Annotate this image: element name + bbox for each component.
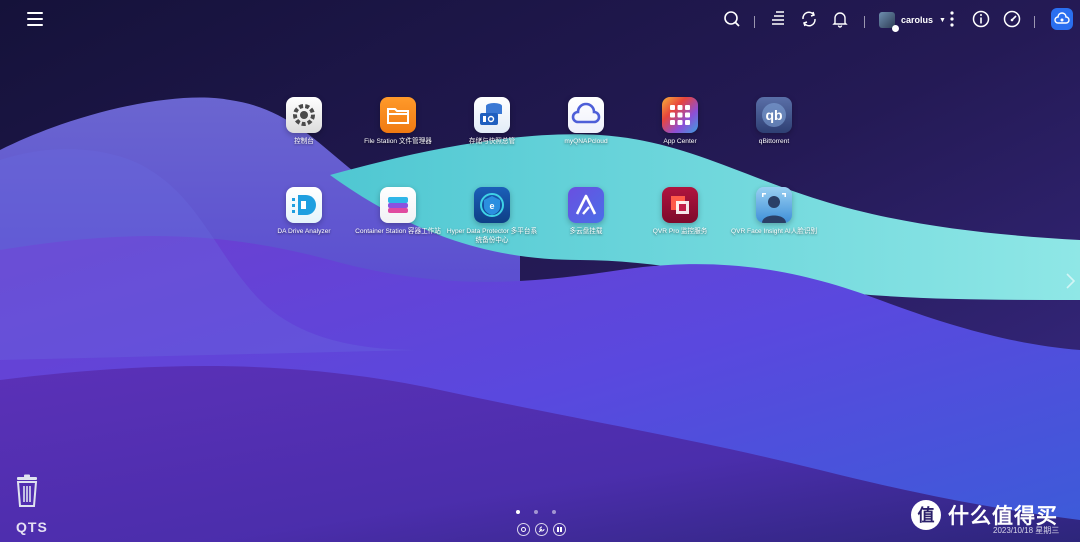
page-dot-2[interactable] [534, 510, 538, 514]
app-myqnapcloud[interactable]: myQNAPcloud [538, 97, 634, 146]
watermark: 值 什么值得买 [910, 499, 1058, 531]
page-dot-1[interactable] [516, 510, 520, 514]
myqnapcloud-icon [1054, 12, 1070, 24]
app-label: Container Station 容器工作站 [355, 228, 441, 235]
multicloud-mount-icon [568, 187, 604, 223]
da-drive-analyzer-icon [286, 187, 322, 223]
task-queue-icon [772, 11, 784, 25]
watermark-logo-icon: 值 [911, 500, 941, 530]
page-dot-3[interactable] [552, 510, 556, 514]
myqnapcloud-button[interactable] [1051, 8, 1073, 30]
notification-bell-icon [832, 12, 848, 28]
app-qbittorrent[interactable]: qb qBittorrent [726, 97, 822, 146]
app-label: Hyper Data Protector 多平台系统备份中心 [446, 228, 538, 244]
app-qvr-pro[interactable]: QVR Pro 监控服务 [632, 187, 728, 236]
dock-button-apps[interactable] [553, 523, 566, 536]
topbar-divider [864, 16, 865, 28]
user-menu[interactable]: carolus ▼ [879, 10, 946, 32]
username: carolus [901, 15, 934, 25]
sync-button[interactable] [798, 8, 820, 30]
recycle-bin-icon[interactable] [14, 474, 40, 508]
control-panel-icon [286, 97, 322, 133]
svg-text:值: 值 [918, 505, 935, 526]
dashboard-button[interactable] [1001, 8, 1023, 30]
app-hyper-data-protector[interactable]: e Hyper Data Protector 多平台系统备份中心 [444, 187, 540, 245]
dashboard-gauge-icon [1003, 10, 1021, 28]
info-icon [972, 10, 990, 28]
app-file-station[interactable]: File Station 文件管理器 [350, 97, 446, 146]
app-da-drive-analyzer[interactable]: DA Drive Analyzer [256, 187, 352, 236]
app-storage-snapshots[interactable]: 存储与快照总管 [444, 97, 540, 146]
qvr-pro-icon [662, 187, 698, 223]
app-label: 存储与快照总管 [468, 138, 516, 145]
container-station-icon [380, 187, 416, 223]
app-label: 控制台 [294, 138, 314, 145]
app-label: QVR Pro 监控服务 [652, 228, 708, 235]
more-options-icon [950, 11, 954, 27]
user-avatar [879, 12, 899, 32]
wallpaper [0, 0, 1080, 542]
home-icon [521, 527, 526, 532]
app-control-panel[interactable]: 控制台 [256, 97, 352, 146]
app-app-center[interactable]: App Center [632, 97, 728, 146]
qbittorrent-icon: qb [756, 97, 792, 133]
myqnapcloud-icon [568, 97, 604, 133]
topbar-divider [1034, 16, 1035, 28]
file-station-icon [380, 97, 416, 133]
system-info-button[interactable] [970, 8, 992, 30]
dock-button-tools[interactable] [535, 523, 548, 536]
notifications-button[interactable] [829, 8, 851, 30]
search-button[interactable] [721, 8, 743, 30]
app-label: DA Drive Analyzer [277, 228, 331, 235]
next-page-arrow-icon[interactable] [1064, 272, 1076, 290]
app-label: qBittorrent [758, 138, 790, 145]
app-center-icon [662, 97, 698, 133]
watermark-text: 什么值得买 [948, 504, 1058, 528]
more-options-button[interactable] [941, 8, 963, 30]
qts-logo: QTS [16, 519, 48, 535]
svg-text:e: e [489, 201, 494, 211]
sync-icon [802, 11, 816, 27]
app-label: File Station 文件管理器 [364, 138, 432, 145]
storage-snapshots-icon [474, 97, 510, 133]
grid-icon [557, 527, 562, 532]
desktop: carolus ▼ 控制台 File Station 文件管理器 存储与快照总管… [0, 0, 1080, 542]
app-label: QVR Face Insight AI人脸识别 [730, 228, 818, 235]
menu-icon [27, 12, 43, 26]
background-tasks-button[interactable] [767, 8, 789, 30]
main-menu-button[interactable] [24, 8, 46, 30]
app-label: myQNAPcloud [564, 138, 608, 145]
bottom-dock [517, 523, 566, 536]
dock-button-home[interactable] [517, 523, 530, 536]
qvr-face-icon [756, 187, 792, 223]
app-label: 多云盘挂载 [569, 228, 603, 235]
topbar-divider [754, 16, 755, 28]
app-container-station[interactable]: Container Station 容器工作站 [350, 187, 446, 236]
wrench-icon [538, 526, 545, 533]
search-icon [724, 11, 740, 27]
page-indicator [516, 510, 556, 514]
hyper-data-protector-icon: e [474, 187, 510, 223]
app-qvr-face[interactable]: QVR Face Insight AI人脸识别 [726, 187, 822, 236]
svg-text:qb: qb [765, 107, 782, 123]
app-label: App Center [663, 138, 697, 145]
app-multicloud-mount[interactable]: 多云盘挂载 [538, 187, 634, 236]
